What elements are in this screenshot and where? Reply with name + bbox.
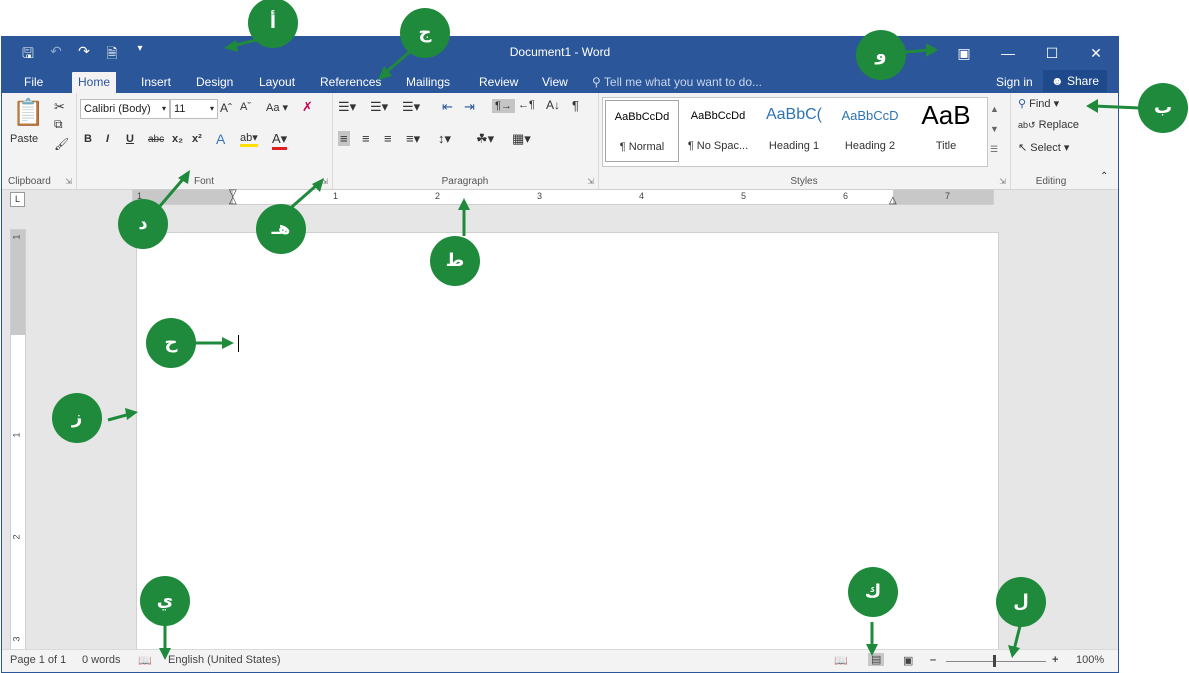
callout-hha: ح bbox=[146, 318, 196, 368]
callout-zay: ز bbox=[52, 393, 102, 443]
callout-ta: ط bbox=[430, 236, 480, 286]
callout-jim: ج bbox=[400, 8, 450, 58]
callout-ha: هـ bbox=[256, 204, 306, 254]
callout-alef: أ bbox=[248, 0, 298, 48]
callout-ya: ي bbox=[140, 576, 190, 626]
callout-kaf: ك bbox=[848, 567, 898, 617]
callout-lam: ل bbox=[996, 577, 1046, 627]
callout-waw: و bbox=[856, 30, 906, 80]
callout-dal: د bbox=[118, 199, 168, 249]
callout-ba: ب bbox=[1138, 83, 1188, 133]
